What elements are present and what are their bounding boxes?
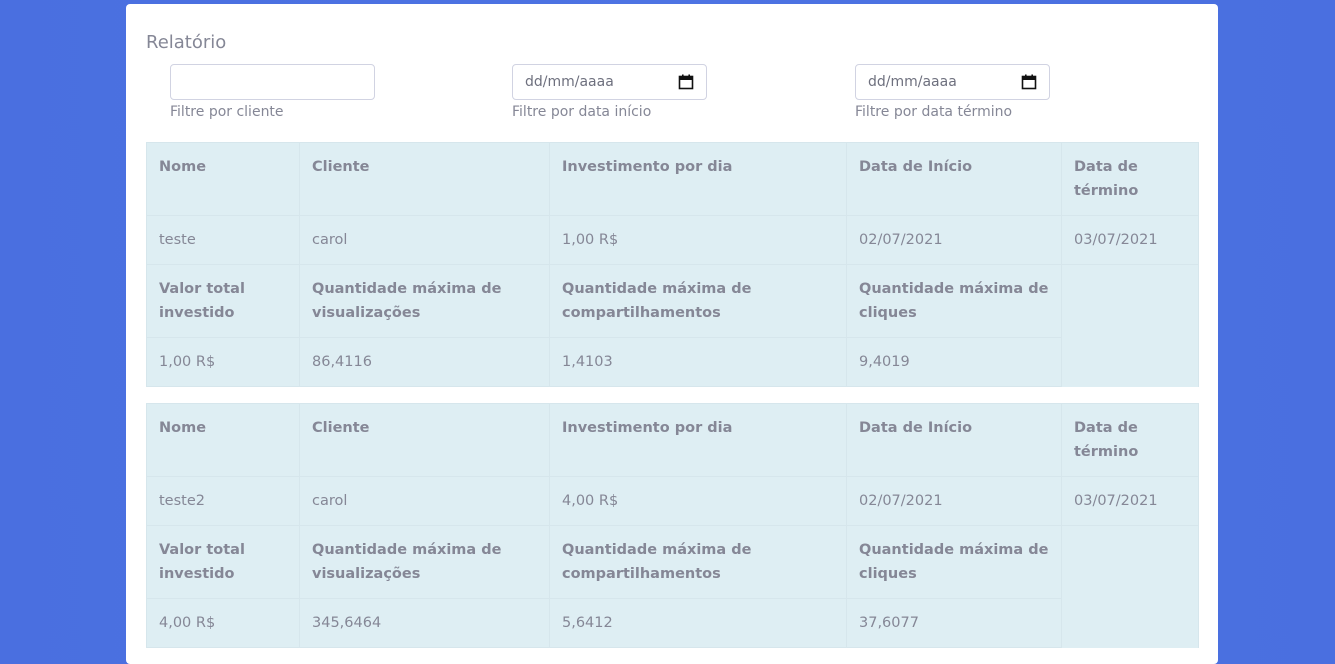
start-date-help: Filtre por data início <box>512 104 652 120</box>
header-investimento: Investimento por dia <box>549 142 847 216</box>
cell-max-visualizacoes: 345,6464 <box>299 598 550 648</box>
end-date-help: Filtre por data término <box>855 104 1013 120</box>
cell-max-cliques: 9,4019 <box>846 337 1062 387</box>
start-date-filter: dd/mm/aaaa Filtre por data início <box>512 64 707 120</box>
cell-cliente: carol <box>299 476 550 526</box>
table-header-row: Nome Cliente Investimento por dia Data d… <box>146 403 1199 477</box>
table-row: teste2 carol 4,00 R$ 02/07/2021 03/07/20… <box>146 476 1199 526</box>
report-table: Nome Cliente Investimento por dia Data d… <box>146 142 1199 387</box>
client-filter: Filtre por cliente <box>170 64 375 120</box>
table-header-row: Valor total investido Quantidade máxima … <box>146 264 1199 387</box>
header-max-visualizacoes: Quantidade máxima de visualizações <box>299 525 550 599</box>
cell-cliente: carol <box>299 215 550 265</box>
end-date-placeholder: dd/mm/aaaa <box>868 74 957 90</box>
report-card: Relatório Filtre por cliente dd/mm/aaaa … <box>126 4 1218 664</box>
cell-nome: teste2 <box>146 476 300 526</box>
table-row: teste carol 1,00 R$ 02/07/2021 03/07/202… <box>146 215 1199 265</box>
cell-max-compartilhamentos: 5,6412 <box>549 598 847 648</box>
table-row: 1,00 R$ 86,4116 1,4103 9,4019 <box>146 337 1199 387</box>
cell-nome: teste <box>146 215 300 265</box>
header-termino: Data de término <box>1061 403 1199 477</box>
end-date-filter: dd/mm/aaaa Filtre por data término <box>855 64 1050 120</box>
header-nome: Nome <box>146 403 300 477</box>
header-max-cliques: Quantidade máxima de cliques <box>846 525 1062 599</box>
header-inicio: Data de Início <box>846 403 1062 477</box>
empty-cell <box>1061 264 1199 387</box>
header-max-compartilhamentos: Quantidade máxima de compartilhamentos <box>549 525 847 599</box>
header-max-cliques: Quantidade máxima de cliques <box>846 264 1062 338</box>
cell-valor-total: 4,00 R$ <box>146 598 300 648</box>
header-nome: Nome <box>146 142 300 216</box>
cell-max-compartilhamentos: 1,4103 <box>549 337 847 387</box>
client-filter-input[interactable] <box>170 64 375 100</box>
start-date-input[interactable]: dd/mm/aaaa <box>512 64 707 100</box>
end-date-input[interactable]: dd/mm/aaaa <box>855 64 1050 100</box>
calendar-icon[interactable] <box>1021 74 1037 90</box>
empty-cell <box>1061 525 1199 648</box>
header-max-visualizacoes: Quantidade máxima de visualizações <box>299 264 550 338</box>
table-header-row: Nome Cliente Investimento por dia Data d… <box>146 142 1199 216</box>
report-table: Nome Cliente Investimento por dia Data d… <box>146 403 1199 648</box>
header-termino: Data de término <box>1061 142 1199 216</box>
client-filter-help: Filtre por cliente <box>170 104 284 120</box>
header-valor-total: Valor total investido <box>146 264 300 338</box>
cell-investimento: 1,00 R$ <box>549 215 847 265</box>
cell-inicio: 02/07/2021 <box>846 215 1062 265</box>
header-inicio: Data de Início <box>846 142 1062 216</box>
cell-max-cliques: 37,6077 <box>846 598 1062 648</box>
cell-termino: 03/07/2021 <box>1061 476 1199 526</box>
header-cliente: Cliente <box>299 403 550 477</box>
table-header-row: Valor total investido Quantidade máxima … <box>146 525 1199 648</box>
cell-max-visualizacoes: 86,4116 <box>299 337 550 387</box>
header-investimento: Investimento por dia <box>549 403 847 477</box>
start-date-placeholder: dd/mm/aaaa <box>525 74 614 90</box>
header-cliente: Cliente <box>299 142 550 216</box>
cell-inicio: 02/07/2021 <box>846 476 1062 526</box>
cell-valor-total: 1,00 R$ <box>146 337 300 387</box>
header-max-compartilhamentos: Quantidade máxima de compartilhamentos <box>549 264 847 338</box>
calendar-icon[interactable] <box>678 74 694 90</box>
header-valor-total: Valor total investido <box>146 525 300 599</box>
cell-investimento: 4,00 R$ <box>549 476 847 526</box>
table-row: 4,00 R$ 345,6464 5,6412 37,6077 <box>146 598 1199 648</box>
cell-termino: 03/07/2021 <box>1061 215 1199 265</box>
page-title: Relatório <box>146 32 227 53</box>
